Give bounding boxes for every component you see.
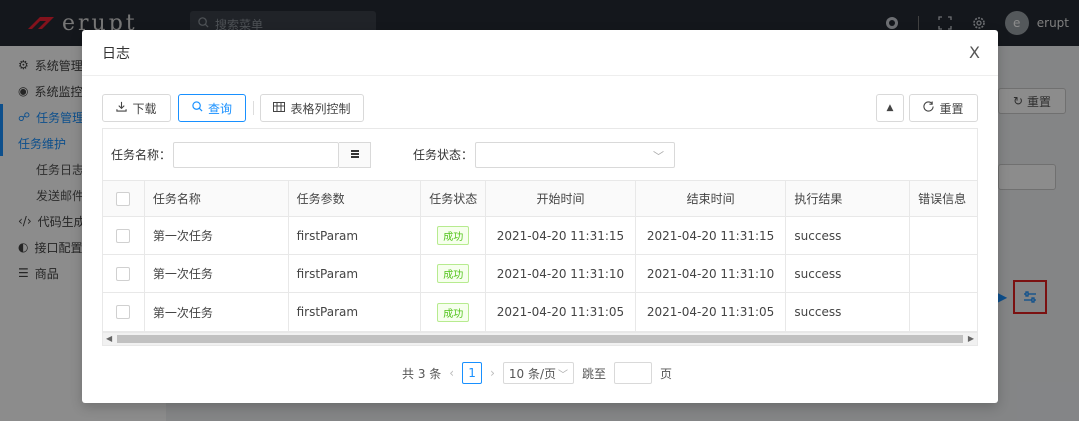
chevron-down-icon: ﹀	[653, 149, 665, 163]
caret-up-icon: ▲	[886, 103, 894, 113]
toolbar-divider	[253, 101, 254, 115]
cell-start-time: 2021-04-20 11:31:15	[486, 217, 636, 254]
reset-button[interactable]: 重置	[909, 94, 978, 122]
log-modal: 日志 X 下载 查询 表格列控制 ▲ 重置 任务名称： 任务状态： ﹀ 任务名称…	[82, 30, 998, 403]
cell-start-time: 2021-04-20 11:31:05	[486, 293, 636, 331]
status-badge: 成功	[437, 264, 470, 283]
row-checkbox-cell	[103, 255, 145, 292]
header-task-name[interactable]: 任务名称	[145, 181, 289, 216]
select-all-checkbox[interactable]	[116, 191, 131, 206]
scrollbar-thumb[interactable]	[117, 335, 963, 343]
column-control-button[interactable]: 表格列控制	[260, 94, 364, 122]
cell-result: success	[786, 293, 911, 331]
cell-task-status: 成功	[421, 217, 487, 254]
collapse-filter-button[interactable]: ▲	[876, 94, 904, 122]
modal-toolbar: 下载 查询 表格列控制 ▲ 重置	[102, 94, 978, 122]
header-task-param[interactable]: 任务参数	[289, 181, 422, 216]
cell-task-name: 第一次任务	[145, 255, 289, 292]
header-task-status[interactable]: 任务状态	[421, 181, 487, 216]
status-badge: 成功	[437, 302, 470, 322]
header-result[interactable]: 执行结果	[786, 181, 911, 216]
next-page-icon[interactable]: ›	[490, 366, 495, 380]
download-button[interactable]: 下载	[102, 94, 171, 122]
header-start-time[interactable]: 开始时间	[486, 181, 636, 216]
log-table: 任务名称 任务参数 任务状态 开始时间 结束时间 执行结果 错误信息 第一次任务…	[102, 180, 978, 332]
horizontal-scrollbar[interactable]: ◀ ▶	[102, 332, 978, 346]
cell-result: success	[786, 217, 911, 254]
modal-title: 日志	[102, 45, 130, 62]
row-checkbox-cell	[103, 293, 145, 331]
column-control-label: 表格列控制	[290, 101, 351, 116]
cell-end-time: 2021-04-20 11:31:05	[636, 293, 787, 331]
header-end-time[interactable]: 结束时间	[636, 181, 787, 216]
page-1-button[interactable]: 1	[462, 362, 483, 384]
search-icon	[192, 101, 203, 115]
download-icon	[116, 101, 128, 115]
page-size-value: 10 条/页	[508, 366, 557, 381]
table-icon	[273, 101, 286, 115]
row-checkbox-cell	[103, 217, 145, 254]
cell-task-name: 第一次任务	[145, 293, 289, 331]
table-header-row: 任务名称 任务参数 任务状态 开始时间 结束时间 执行结果 错误信息	[103, 181, 977, 217]
cell-end-time: 2021-04-20 11:31:15	[636, 217, 787, 254]
row-checkbox[interactable]	[116, 228, 131, 243]
cell-start-time: 2021-04-20 11:31:10	[486, 255, 636, 292]
reset-label: 重置	[939, 101, 964, 116]
list-icon	[350, 148, 360, 162]
cell-end-time: 2021-04-20 11:31:10	[636, 255, 787, 292]
chevron-down-icon: ﹀	[558, 369, 569, 381]
table-row[interactable]: 第一次任务 firstParam 成功 2021-04-20 11:31:15 …	[103, 217, 977, 255]
filter-panel: 任务名称： 任务状态： ﹀	[102, 128, 978, 180]
cell-task-name: 第一次任务	[145, 217, 289, 254]
cell-error	[910, 293, 977, 331]
jump-page-input[interactable]	[614, 362, 653, 384]
prev-page-icon[interactable]: ‹	[449, 366, 454, 380]
cell-task-param: firstParam	[289, 217, 422, 254]
scroll-right-icon[interactable]: ▶	[968, 333, 974, 345]
query-label: 查询	[207, 101, 232, 116]
cell-error	[910, 255, 977, 292]
cell-task-status: 成功	[421, 293, 487, 331]
cell-task-param: firstParam	[289, 293, 422, 331]
cell-error	[910, 217, 977, 254]
query-button[interactable]: 查询	[178, 94, 246, 122]
cell-task-status: 成功	[421, 255, 487, 292]
task-name-label: 任务名称：	[111, 148, 172, 162]
header-checkbox-cell	[103, 181, 145, 216]
modal-header: 日志 X	[82, 30, 998, 76]
task-status-label: 任务状态：	[413, 148, 474, 162]
page-size-select[interactable]: 10 条/页 ﹀	[502, 362, 575, 384]
download-label: 下载	[132, 101, 157, 116]
task-name-input[interactable]	[173, 141, 340, 168]
reload-icon	[923, 101, 935, 115]
status-badge: 成功	[437, 226, 470, 245]
cell-result: success	[786, 255, 911, 292]
table-row[interactable]: 第一次任务 firstParam 成功 2021-04-20 11:31:10 …	[103, 255, 977, 293]
header-error[interactable]: 错误信息	[910, 181, 977, 216]
jump-label: 跳至	[582, 366, 607, 381]
cell-task-param: firstParam	[289, 255, 422, 292]
table-row[interactable]: 第一次任务 firstParam 成功 2021-04-20 11:31:05 …	[103, 293, 977, 331]
close-icon[interactable]: X	[969, 43, 980, 62]
task-name-picker-button[interactable]	[339, 141, 372, 168]
page-suffix: 页	[660, 366, 673, 381]
row-checkbox[interactable]	[116, 305, 131, 319]
total-count: 共 3 条	[402, 366, 442, 381]
row-checkbox[interactable]	[116, 266, 131, 281]
scroll-left-icon[interactable]: ◀	[106, 333, 112, 345]
task-status-select[interactable]: ﹀	[475, 141, 676, 168]
pagination: 共 3 条 ‹ 1 › 10 条/页 ﹀ 跳至 页	[402, 361, 672, 385]
